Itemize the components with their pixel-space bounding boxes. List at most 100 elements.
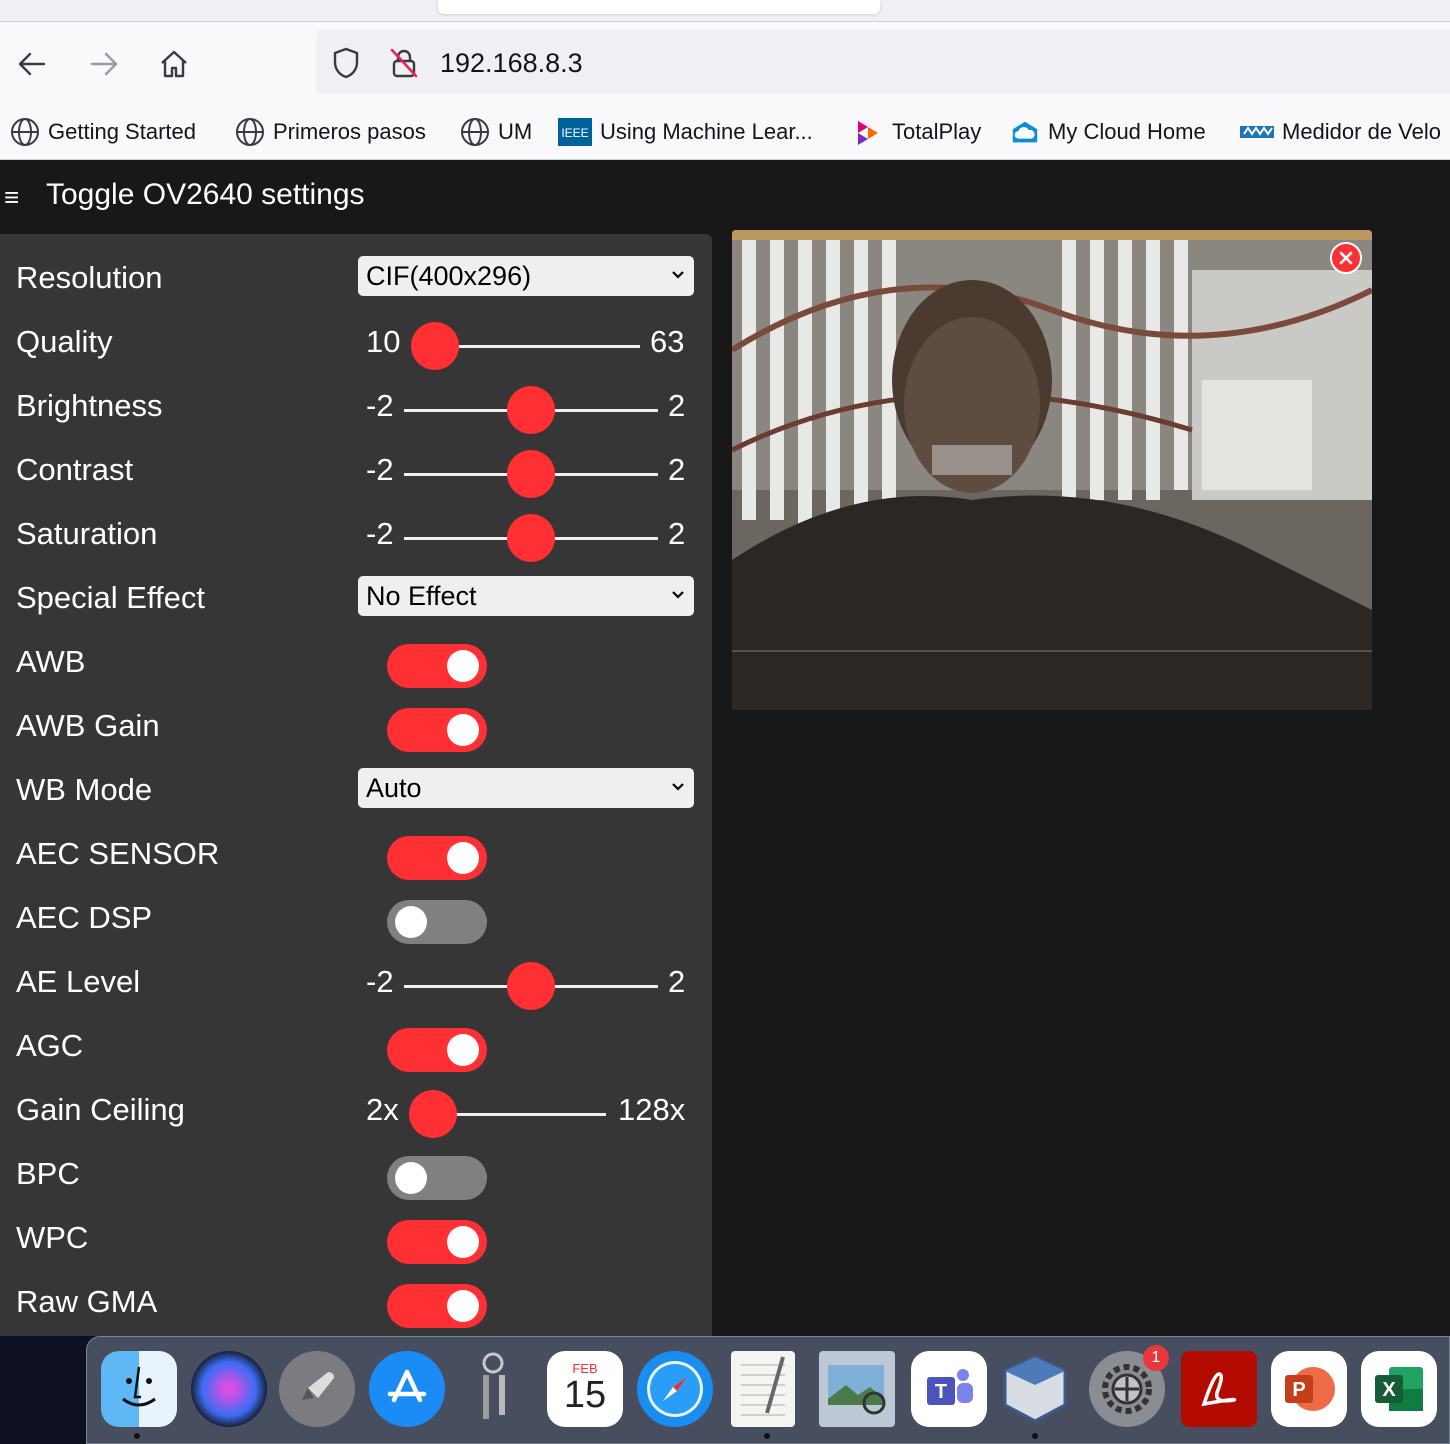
- siri-icon[interactable]: [191, 1351, 267, 1427]
- adobe-acrobat-icon[interactable]: [1181, 1351, 1257, 1427]
- app-store-icon[interactable]: [369, 1351, 445, 1427]
- wpc-toggle[interactable]: [387, 1220, 487, 1264]
- agc-toggle[interactable]: [387, 1028, 487, 1072]
- aec-dsp-label: AEC DSP: [16, 900, 153, 935]
- globe-icon: [460, 117, 490, 147]
- home-icon: [161, 50, 187, 78]
- camera-stream-image: [732, 230, 1372, 710]
- brightness-label: Brightness: [16, 388, 163, 423]
- gain-ceiling-min: 2x: [366, 1092, 399, 1127]
- toggle-knob: [447, 650, 479, 682]
- bpc-toggle[interactable]: [387, 1156, 487, 1200]
- chevron-down-icon: [672, 271, 684, 279]
- arrow-left-icon: [18, 52, 46, 76]
- bookmark-label: My Cloud Home: [1048, 119, 1206, 144]
- home-button[interactable]: [152, 42, 196, 86]
- excel-icon[interactable]: X: [1361, 1351, 1437, 1427]
- brightness-slider-thumb[interactable]: [507, 386, 555, 434]
- special-effect-label: Special Effect: [16, 580, 205, 615]
- virtualbox-icon[interactable]: [997, 1351, 1073, 1427]
- insecure-lock-icon[interactable]: [388, 46, 420, 80]
- wb-mode-select[interactable]: Auto: [358, 768, 694, 808]
- svg-text:T: T: [935, 1381, 947, 1403]
- toggle-knob: [447, 1290, 479, 1322]
- microsoft-teams-icon[interactable]: T: [911, 1351, 987, 1427]
- finder-icon[interactable]: [101, 1351, 177, 1427]
- ae-level-label: AE Level: [16, 964, 141, 999]
- arrow-right-icon: [90, 52, 118, 76]
- settings-toggle-label[interactable]: Toggle OV2640 settings: [46, 178, 365, 212]
- aec-dsp-toggle[interactable]: [387, 900, 487, 944]
- quality-label: Quality: [16, 324, 113, 359]
- saturation-max: 2: [668, 516, 686, 551]
- wb-mode-row: WB Mode Auto: [0, 762, 712, 826]
- preview-icon[interactable]: [819, 1351, 895, 1427]
- wb-mode-label: WB Mode: [16, 772, 153, 807]
- bookmark-getting-started[interactable]: Getting Started: [10, 116, 196, 148]
- brightness-min: -2: [366, 388, 394, 423]
- active-tab[interactable]: [438, 0, 880, 14]
- awb-gain-toggle[interactable]: [387, 708, 487, 752]
- powerpoint-icon[interactable]: P: [1271, 1351, 1347, 1427]
- bookmark-um[interactable]: UM: [460, 116, 532, 148]
- ae-level-slider-thumb[interactable]: [507, 962, 555, 1010]
- bookmark-using-machine-learning[interactable]: IEEE Using Machine Lear...: [558, 116, 813, 148]
- ieee-icon: IEEE: [558, 117, 592, 147]
- calendar-day: 15: [563, 1373, 607, 1416]
- brightness-row: Brightness -2 2: [0, 378, 712, 442]
- special-effect-row: Special Effect No Effect: [0, 570, 712, 634]
- bookmark-my-cloud-home[interactable]: My Cloud Home: [1010, 116, 1206, 148]
- quality-max: 63: [650, 324, 685, 359]
- resolution-select[interactable]: CIF(400x296): [358, 256, 694, 296]
- calendar-icon[interactable]: FEB 15: [547, 1351, 623, 1427]
- hamburger-menu-icon[interactable]: ≡: [4, 182, 19, 213]
- launchpad-icon[interactable]: [279, 1351, 355, 1427]
- wb-mode-value: Auto: [366, 773, 422, 803]
- awb-gain-row: AWB Gain: [0, 698, 712, 762]
- raw-gma-toggle[interactable]: [387, 1284, 487, 1328]
- close-stream-button[interactable]: [1330, 242, 1362, 274]
- awb-toggle[interactable]: [387, 644, 487, 688]
- special-effect-select[interactable]: No Effect: [358, 576, 694, 616]
- quality-row: Quality 10 63: [0, 314, 712, 378]
- gain-ceiling-slider-thumb[interactable]: [409, 1090, 457, 1138]
- contrast-slider-thumb[interactable]: [507, 450, 555, 498]
- contrast-row: Contrast -2 2: [0, 442, 712, 506]
- saturation-row: Saturation -2 2: [0, 506, 712, 570]
- shield-icon[interactable]: [330, 46, 362, 80]
- running-indicator: [764, 1433, 770, 1439]
- agc-label: AGC: [16, 1028, 84, 1063]
- safari-icon[interactable]: [637, 1351, 713, 1427]
- gain-ceiling-max: 128x: [618, 1092, 686, 1127]
- resolution-row: Resolution CIF(400x296): [0, 250, 712, 314]
- aec-sensor-toggle[interactable]: [387, 836, 487, 880]
- textedit-icon[interactable]: [731, 1351, 795, 1427]
- aec-sensor-row: AEC SENSOR: [0, 826, 712, 890]
- bookmark-label: Medidor de Velo: [1282, 119, 1441, 144]
- badge-count: 1: [1151, 1349, 1161, 1366]
- bookmark-primeros-pasos[interactable]: Primeros pasos: [235, 116, 426, 148]
- svg-text:IEEE: IEEE: [561, 126, 588, 140]
- url-text[interactable]: 192.168.8.3: [440, 48, 583, 79]
- dock: FEB 15 T 1 P X: [86, 1336, 1450, 1444]
- wpc-row: WPC: [0, 1210, 712, 1274]
- svg-text:X: X: [1382, 1379, 1396, 1401]
- bookmark-medidor-de-velocidad[interactable]: Medidor de Velo: [1240, 116, 1441, 148]
- bookmark-totalplay[interactable]: TotalPlay: [854, 116, 981, 148]
- navigation-bar: 192.168.8.3: [0, 22, 1450, 106]
- forward-button[interactable]: [82, 42, 126, 86]
- saturation-slider-thumb[interactable]: [507, 514, 555, 562]
- special-effect-value: No Effect: [366, 581, 477, 611]
- url-bar[interactable]: 192.168.8.3: [316, 30, 1450, 94]
- quality-min: 10: [366, 324, 401, 359]
- totalplay-icon: [854, 117, 884, 147]
- globe-icon: [235, 117, 265, 147]
- svg-text:P: P: [1292, 1379, 1305, 1401]
- bookmark-label: UM: [498, 119, 533, 144]
- keychain-access-icon[interactable]: [459, 1351, 535, 1427]
- quality-slider-thumb[interactable]: [411, 322, 459, 370]
- back-button[interactable]: [10, 42, 54, 86]
- speedtest-icon: [1240, 117, 1274, 147]
- bookmark-label: Primeros pasos: [273, 119, 426, 144]
- contrast-min: -2: [366, 452, 394, 487]
